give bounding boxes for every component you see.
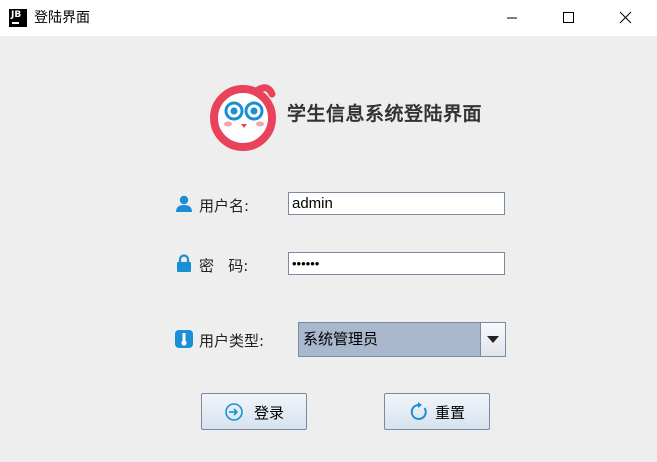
user-icon xyxy=(176,195,192,212)
user-type-icon xyxy=(175,330,193,348)
app-icon-text: JB xyxy=(11,10,22,20)
password-label: 密 码: xyxy=(199,257,249,275)
login-window: JB 登陆界面 学生信息系统登陆界面 用户名: admin 密 码: •••••… xyxy=(0,0,657,462)
app-title: 学生信息系统登陆界面 xyxy=(287,103,483,125)
lock-icon xyxy=(177,254,191,272)
title-bar: JB 登陆界面 xyxy=(0,0,657,36)
logo-mascot-icon xyxy=(210,84,276,151)
close-button[interactable] xyxy=(602,0,648,36)
login-arrow-icon xyxy=(225,403,243,421)
username-label: 用户名: xyxy=(199,197,250,215)
close-icon xyxy=(619,11,632,24)
refresh-icon xyxy=(410,402,427,420)
password-input[interactable]: •••••• xyxy=(288,252,505,275)
login-button[interactable]: 登录 xyxy=(201,393,307,430)
chevron-down-icon xyxy=(487,336,499,343)
reset-button-label: 重置 xyxy=(435,404,466,422)
user-type-label: 用户类型: xyxy=(199,332,265,350)
user-type-selected: 系统管理员 xyxy=(303,330,379,348)
reset-button[interactable]: 重置 xyxy=(384,393,490,430)
user-type-select[interactable]: 系统管理员 xyxy=(298,322,506,357)
maximize-button[interactable] xyxy=(545,0,591,36)
window-title: 登陆界面 xyxy=(34,10,90,26)
username-input[interactable] xyxy=(288,192,505,215)
minimize-button[interactable] xyxy=(489,0,535,36)
dropdown-button[interactable] xyxy=(480,323,505,356)
maximize-icon xyxy=(563,12,574,23)
minimize-icon xyxy=(507,17,517,19)
app-icon: JB xyxy=(9,9,27,27)
login-button-label: 登录 xyxy=(254,404,285,422)
